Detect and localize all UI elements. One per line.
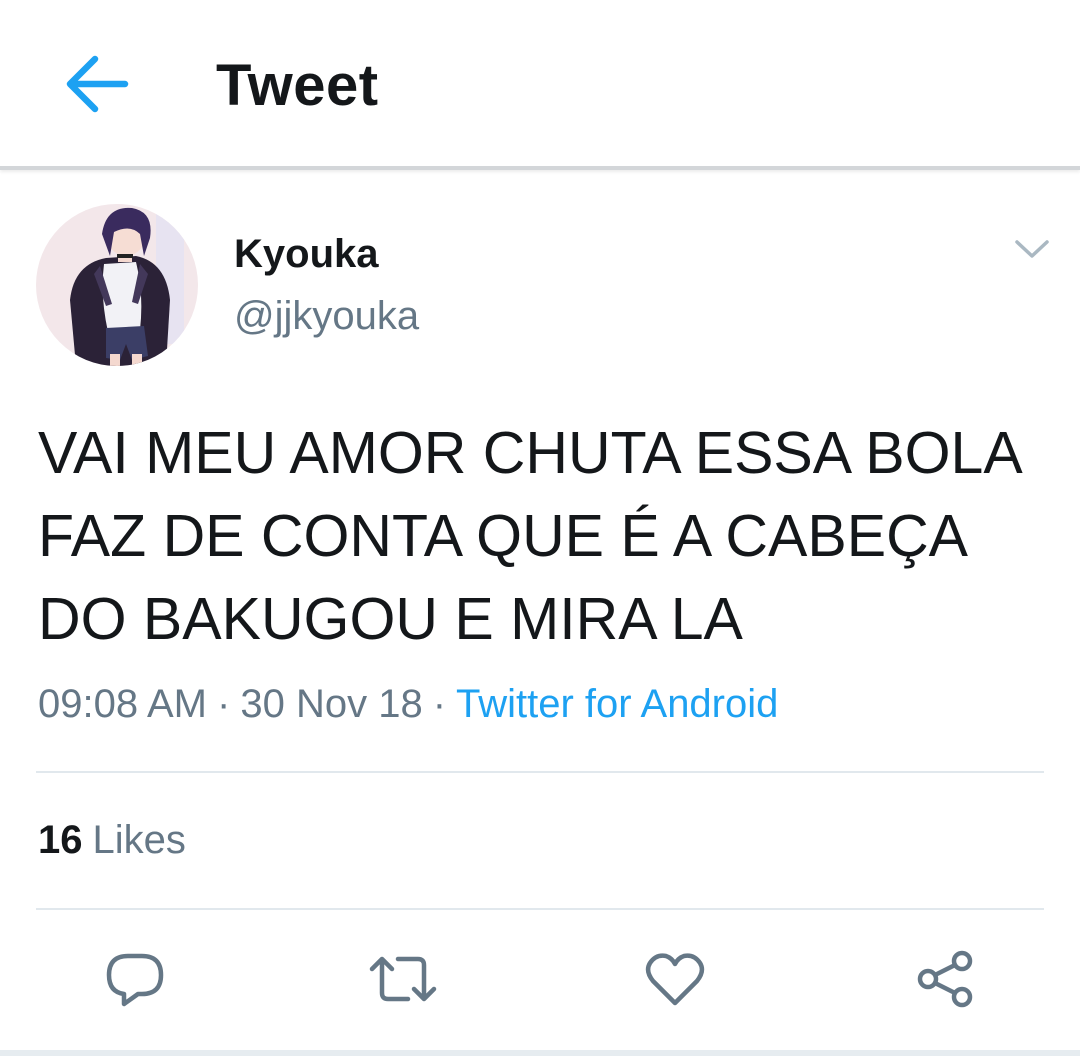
tweet-menu-button[interactable]	[1006, 226, 1058, 272]
like-button[interactable]	[640, 944, 710, 1014]
retweet-button[interactable]	[368, 944, 438, 1014]
arrow-left-icon	[66, 55, 129, 113]
page-title: Tweet	[216, 53, 379, 118]
avatar[interactable]	[36, 204, 198, 366]
tweet-time: 09:08 AM	[38, 682, 208, 726]
likes-label: Likes	[92, 818, 186, 862]
tweet-source-link[interactable]: Twitter for Android	[456, 682, 778, 726]
share-icon	[917, 950, 973, 1008]
chevron-down-icon	[1015, 240, 1049, 258]
author-display-name[interactable]: Kyouka	[234, 232, 379, 277]
meta-separator: ·	[217, 682, 231, 726]
heart-icon	[645, 953, 705, 1006]
bottom-divider	[0, 1050, 1080, 1056]
retweet-icon	[369, 956, 437, 1002]
likes-count-link[interactable]: 16 Likes	[38, 818, 186, 863]
author-handle[interactable]: @jjkyouka	[234, 294, 419, 339]
reply-button[interactable]	[100, 944, 170, 1014]
tweet-date: 30 Nov 18	[240, 682, 423, 726]
share-button[interactable]	[910, 944, 980, 1014]
likes-count: 16	[38, 818, 83, 862]
divider	[36, 771, 1044, 773]
tweet-text: VAI MEU AMOR CHUTA ESSA BOLA FAZ DE CONT…	[38, 420, 1020, 652]
top-app-bar: Tweet	[0, 0, 1080, 170]
back-button[interactable]	[56, 46, 136, 122]
tweet-metadata: 09:08 AM · 30 Nov 18 · Twitter for Android	[38, 682, 778, 727]
reply-icon	[106, 953, 164, 1007]
meta-separator: ·	[432, 682, 447, 726]
divider	[36, 908, 1044, 910]
